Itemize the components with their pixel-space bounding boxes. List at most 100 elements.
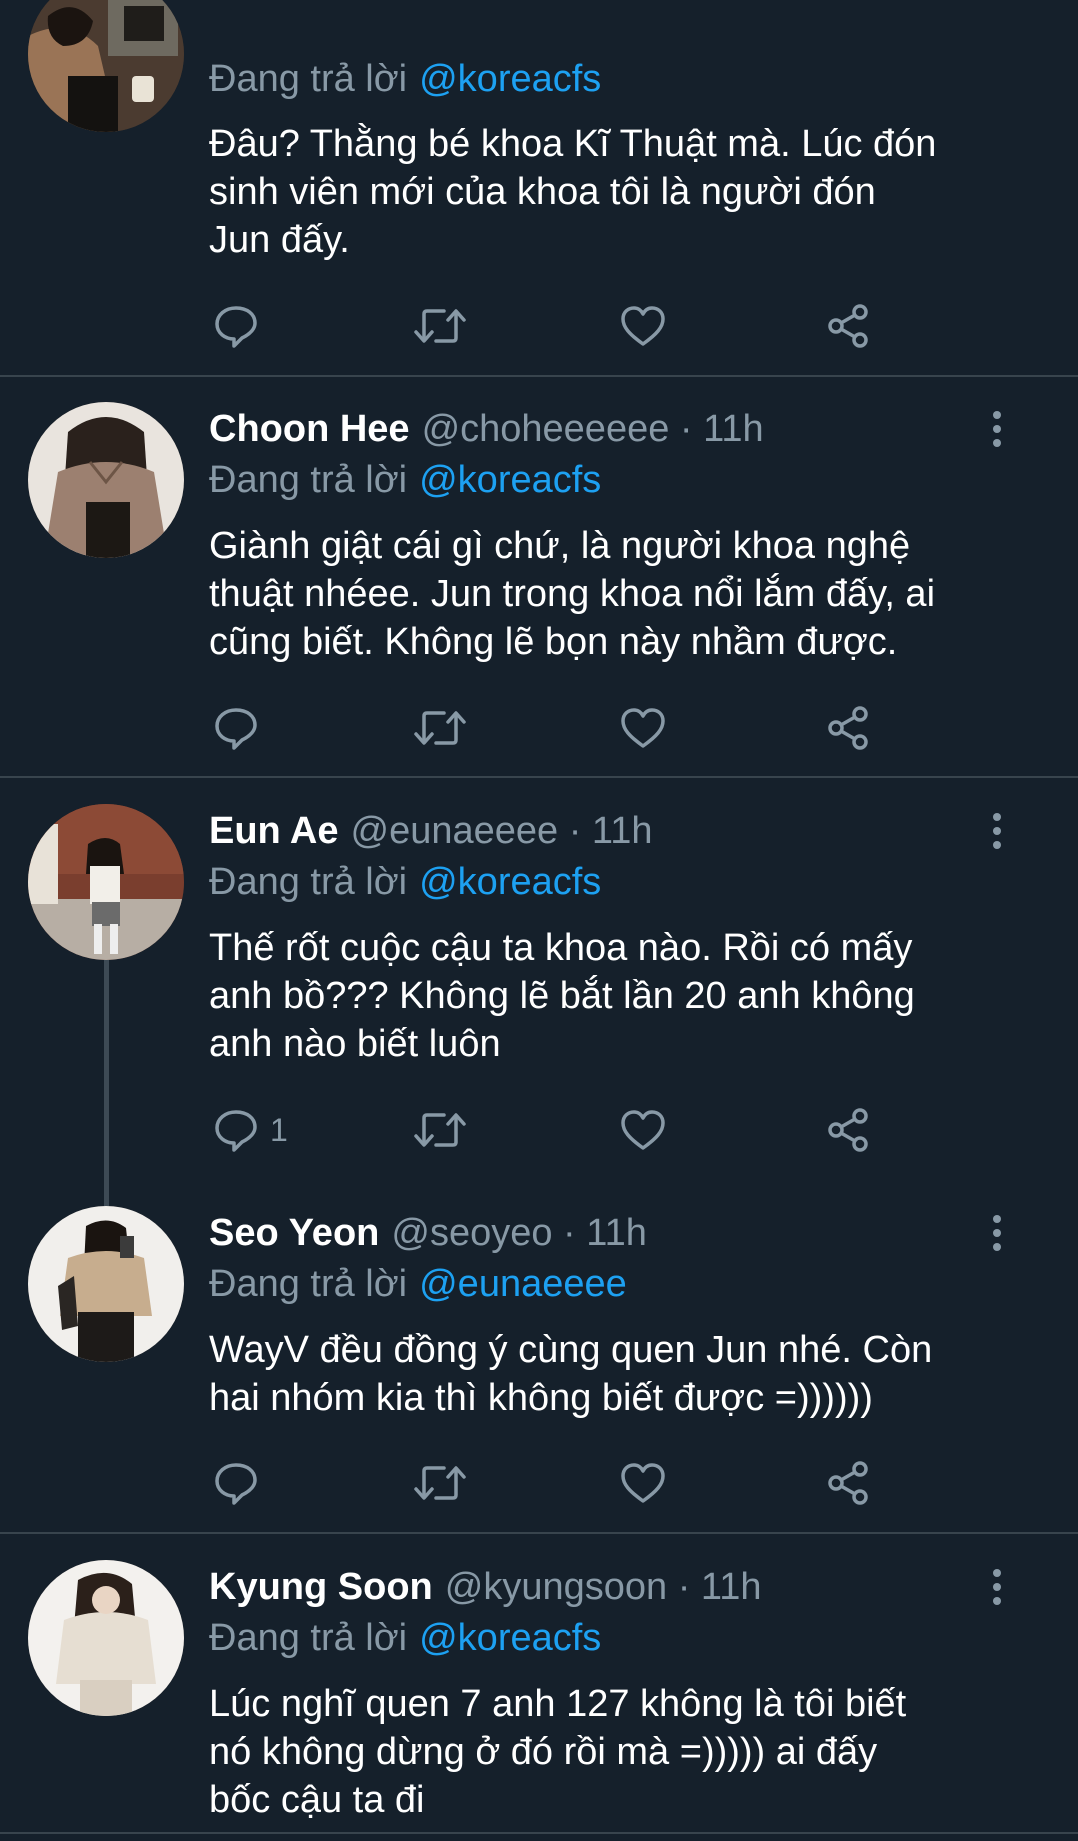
avatar-photo — [28, 804, 184, 960]
replying-label: Đang trả lời — [209, 1616, 408, 1659]
share-button[interactable] — [824, 1455, 872, 1511]
share-icon — [824, 1459, 872, 1507]
like-button[interactable] — [619, 1455, 667, 1511]
heart-icon — [619, 1106, 667, 1154]
tweet-text: Lúc nghĩ quen 7 anh 127 không là tôi biế… — [209, 1680, 1029, 1824]
user-handle-time: @choheeeeee · 11h — [421, 407, 764, 450]
like-button[interactable] — [619, 298, 667, 354]
tweet-text-line: anh nào biết luôn — [209, 1023, 501, 1065]
retweet-button[interactable] — [412, 1102, 468, 1158]
reply-icon — [212, 302, 260, 350]
tweet-text-line: anh bồ??? Không lẽ bắt lần 20 anh không — [209, 975, 915, 1017]
more-options-button[interactable] — [982, 806, 1012, 856]
mention-link[interactable]: @koreacfs — [419, 1617, 601, 1660]
reply-button[interactable]: 1 — [212, 1102, 288, 1158]
avatar[interactable] — [28, 1560, 184, 1716]
avatar-photo — [28, 0, 184, 132]
replying-label: Đang trả lời — [209, 57, 408, 100]
user-handle-time: @seoyeo · 11h — [391, 1211, 647, 1254]
thread-connector — [104, 958, 109, 1208]
like-button[interactable] — [619, 1102, 667, 1158]
more-vertical-icon — [993, 1569, 1001, 1577]
divider — [0, 1832, 1078, 1834]
reply-icon — [212, 1459, 260, 1507]
reply-icon — [212, 1106, 260, 1154]
display-name[interactable]: Choon Hee — [209, 408, 410, 451]
more-vertical-icon — [993, 1583, 1001, 1591]
more-vertical-icon — [993, 813, 1001, 821]
more-vertical-icon — [993, 1243, 1001, 1251]
tweet-header: Kyung Soon @kyungsoon · 11h — [209, 1562, 762, 1612]
reply-count: 1 — [270, 1111, 288, 1148]
more-options-button[interactable] — [982, 1208, 1012, 1258]
reply-button[interactable] — [212, 298, 270, 354]
more-vertical-icon — [993, 1215, 1001, 1223]
tweet-text: WayV đều đồng ý cùng quen Jun nhé. Còn h… — [209, 1326, 1029, 1422]
tweet-text-line: Thế rốt cuộc cậu ta khoa nào. Rồi có mấy — [209, 927, 913, 969]
mention-link[interactable]: @eunaeeee — [419, 1263, 627, 1306]
more-vertical-icon — [993, 439, 1001, 447]
reply-icon — [212, 704, 260, 752]
mention-link[interactable]: @koreacfs — [419, 861, 601, 904]
tweet-text: Đâu? Thằng bé khoa Kĩ Thuật mà. Lúc đón … — [209, 120, 1029, 264]
share-button[interactable] — [824, 1102, 872, 1158]
mention-link[interactable]: @koreacfs — [419, 58, 601, 101]
display-name[interactable]: Eun Ae — [209, 810, 339, 853]
divider — [0, 375, 1078, 377]
tweet-text-line: bốc cậu ta đi — [209, 1779, 425, 1821]
retweet-icon — [412, 704, 468, 752]
retweet-icon — [412, 1459, 468, 1507]
tweet-text-line: Jun đấy. — [209, 219, 350, 261]
tweet-text: Giành giật cái gì chứ, là người khoa ngh… — [209, 522, 1029, 666]
retweet-button[interactable] — [412, 298, 468, 354]
retweet-button[interactable] — [412, 700, 468, 756]
tweet-feed: Đang trả lời @koreacfs Đâu? Thằng bé kho… — [0, 0, 1078, 1841]
share-icon — [824, 704, 872, 752]
avatar[interactable] — [28, 1206, 184, 1362]
avatar[interactable] — [28, 402, 184, 558]
share-icon — [824, 1106, 872, 1154]
replying-to: Đang trả lời @koreacfs — [209, 857, 601, 907]
more-vertical-icon — [993, 827, 1001, 835]
avatar-photo — [28, 1206, 184, 1362]
retweet-icon — [412, 302, 468, 350]
tweet-header: Seo Yeon @seoyeo · 11h — [209, 1208, 647, 1258]
user-handle-time: @eunaeeee · 11h — [350, 809, 653, 852]
tweet-text-line: Giành giật cái gì chứ, là người khoa ngh… — [209, 525, 911, 567]
share-button[interactable] — [824, 298, 872, 354]
like-button[interactable] — [619, 700, 667, 756]
retweet-icon — [412, 1106, 468, 1154]
reply-button[interactable] — [212, 700, 270, 756]
more-vertical-icon — [993, 425, 1001, 433]
tweet-text-line: hai nhóm kia thì không biết được =)))))) — [209, 1377, 873, 1419]
replying-label: Đang trả lời — [209, 1262, 408, 1305]
more-vertical-icon — [993, 1597, 1001, 1605]
tweet-text: Thế rốt cuộc cậu ta khoa nào. Rồi có mấy… — [209, 924, 1029, 1068]
more-vertical-icon — [993, 841, 1001, 849]
avatar[interactable] — [28, 804, 184, 960]
share-icon — [824, 302, 872, 350]
more-options-button[interactable] — [982, 404, 1012, 454]
retweet-button[interactable] — [412, 1455, 468, 1511]
avatar[interactable] — [28, 0, 184, 132]
heart-icon — [619, 704, 667, 752]
user-handle-time: @kyungsoon · 11h — [444, 1565, 762, 1608]
tweet-actions — [0, 700, 1078, 756]
divider — [0, 1532, 1078, 1534]
display-name[interactable]: Seo Yeon — [209, 1212, 379, 1255]
more-vertical-icon — [993, 1229, 1001, 1237]
display-name[interactable]: Kyung Soon — [209, 1566, 433, 1609]
replying-to: Đang trả lời @eunaeeee — [209, 1259, 627, 1309]
more-options-button[interactable] — [982, 1562, 1012, 1612]
tweet-actions: 1 — [0, 1102, 1078, 1158]
tweet-text-line: cũng biết. Không lẽ bọn này nhầm được. — [209, 621, 898, 663]
replying-to: Đang trả lời @koreacfs — [209, 54, 601, 104]
tweet-text-line: thuật nhéee. Jun trong khoa nổi lắm đấy,… — [209, 573, 936, 615]
reply-button[interactable] — [212, 1455, 270, 1511]
tweet-header: Choon Hee @choheeeeee · 11h — [209, 404, 764, 454]
mention-link[interactable]: @koreacfs — [419, 459, 601, 502]
tweet-actions — [0, 298, 1078, 354]
replying-to: Đang trả lời @koreacfs — [209, 1613, 601, 1663]
share-button[interactable] — [824, 700, 872, 756]
tweet-text-line: Đâu? Thằng bé khoa Kĩ Thuật mà. Lúc đón — [209, 123, 937, 165]
